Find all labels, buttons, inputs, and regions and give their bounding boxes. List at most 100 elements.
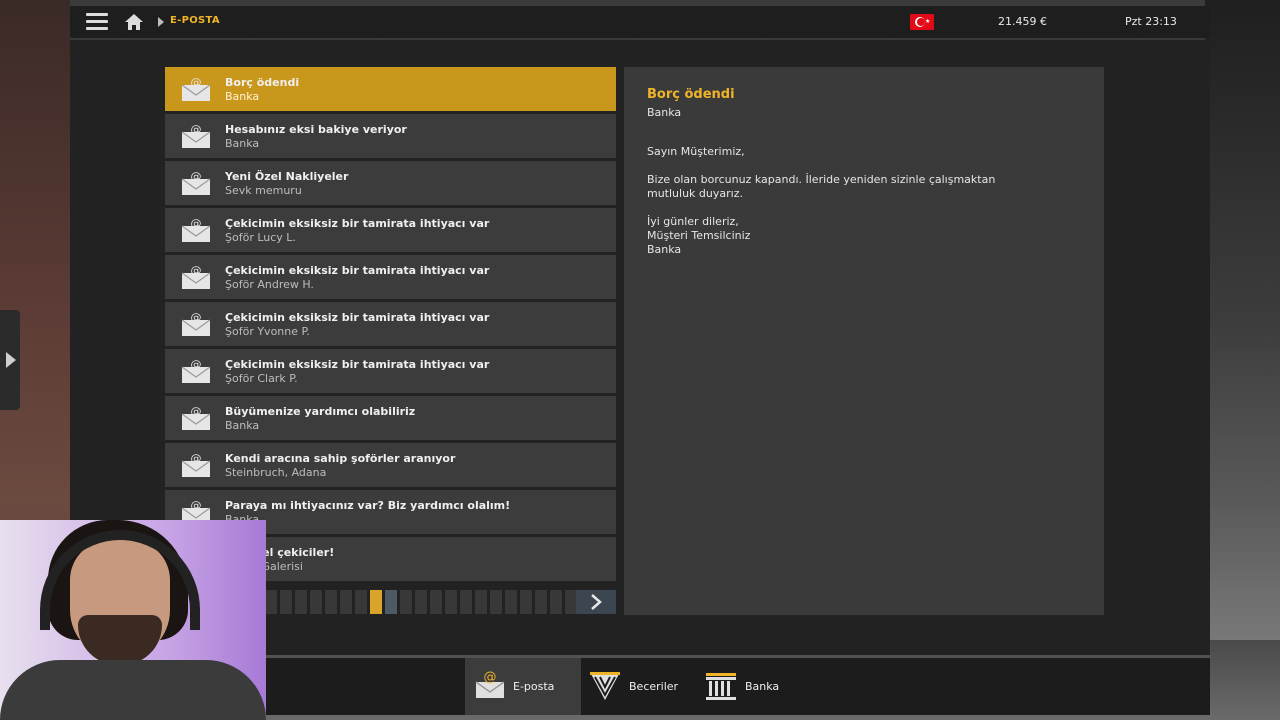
nav-skills-label: Beceriler xyxy=(629,680,679,693)
page-indicator[interactable] xyxy=(445,590,457,614)
mail-subject: Çekicimin eksiksiz bir tamirata ihtiyacı… xyxy=(225,264,490,277)
top-bar: E-POSTA ★ 21.459 € Pzt 23:13 xyxy=(70,6,1210,38)
reader-closing-2: Müşteri Temsilciniz xyxy=(647,229,751,242)
page-indicator[interactable] xyxy=(415,590,427,614)
svg-text:@: @ xyxy=(191,359,202,371)
reader-subject: Borç ödendi xyxy=(647,87,735,102)
page-indicator[interactable] xyxy=(475,590,487,614)
page-indicator[interactable] xyxy=(325,590,337,614)
svg-text:@: @ xyxy=(191,312,202,324)
envelope-icon: @ xyxy=(182,218,210,242)
mail-subject: Kendi aracına sahip şoförler aranıyor xyxy=(225,452,456,465)
reader-greeting: Sayın Müşterimiz, xyxy=(647,145,745,158)
mail-item[interactable]: @ Kendi aracına sahip şoförler aranıyor St… xyxy=(165,443,616,487)
mail-reader: Borç ödendi Banka Sayın Müşterimiz, Bize… xyxy=(624,67,1104,615)
mail-subject: Yeni Özel Nakliyeler xyxy=(225,170,349,183)
reader-message: Bize olan borcunuz kapandı. İleride yeni… xyxy=(647,173,996,200)
hamburger-menu-icon[interactable] xyxy=(86,13,108,31)
next-page-button[interactable] xyxy=(576,590,616,614)
nav-bank-label: Banka xyxy=(745,680,780,693)
nav-email-button[interactable]: @ E-posta xyxy=(465,658,581,715)
page-indicator[interactable] xyxy=(280,590,292,614)
bank-icon xyxy=(706,673,736,700)
mail-subject: Borç ödendi xyxy=(225,76,300,89)
page-indicator[interactable] xyxy=(535,590,547,614)
reader-closing-3: Banka xyxy=(647,243,682,256)
chevron-right-icon xyxy=(591,594,602,610)
envelope-icon: @ xyxy=(182,77,210,101)
mail-sender: Steinbruch, Adana xyxy=(225,466,327,479)
page-indicator[interactable] xyxy=(385,590,397,614)
mail-sender: Banka xyxy=(225,90,260,103)
envelope-icon: @ xyxy=(182,359,210,383)
envelope-icon: @ xyxy=(182,124,210,148)
envelope-icon: @ xyxy=(182,312,210,336)
mail-item[interactable]: @ Çekicimin eksiksiz bir tamirata ihtiyac… xyxy=(165,255,616,299)
mail-item[interactable]: @ Çekicimin eksiksiz bir tamirata ihtiyac… xyxy=(165,302,616,346)
svg-text:@: @ xyxy=(191,406,202,418)
home-icon[interactable] xyxy=(124,13,144,31)
mail-subject: Büyümenize yardımcı olabiliriz xyxy=(225,405,416,418)
mail-sender: Şoför Clark P. xyxy=(225,372,298,385)
webcam-overlay xyxy=(0,520,266,720)
nav-bank-button[interactable]: Banka xyxy=(697,658,813,715)
breadcrumb[interactable]: E-POSTA xyxy=(170,15,220,26)
reader-sender: Banka xyxy=(647,106,682,119)
page-indicator[interactable] xyxy=(265,590,277,614)
reader-closing-1: İyi günler dileriz, xyxy=(647,215,739,228)
game-clock: Pzt 23:13 xyxy=(1125,15,1177,28)
game-background-right xyxy=(1205,0,1280,720)
page-indicator[interactable] xyxy=(310,590,322,614)
mail-sender: Şoför Lucy L. xyxy=(225,231,296,244)
mail-sender: Şoför Andrew H. xyxy=(225,278,314,291)
page-indicator[interactable] xyxy=(505,590,517,614)
svg-text:@: @ xyxy=(191,124,202,136)
email-icon: @ xyxy=(475,670,505,698)
mail-subject: Çekicimin eksiksiz bir tamirata ihtiyacı… xyxy=(225,217,490,230)
mail-item[interactable]: @ Çekicimin eksiksiz bir tamirata ihtiyac… xyxy=(165,208,616,252)
chevron-right-icon xyxy=(6,352,16,368)
mail-subject: Çekicimin eksiksiz bir tamirata ihtiyacı… xyxy=(225,358,490,371)
page-indicator[interactable] xyxy=(520,590,532,614)
envelope-icon: @ xyxy=(182,406,210,430)
side-panel-toggle[interactable] xyxy=(0,310,20,410)
page-indicator[interactable] xyxy=(460,590,472,614)
svg-text:@: @ xyxy=(484,670,497,685)
breadcrumb-arrow-icon xyxy=(158,17,164,27)
mail-item[interactable]: @ Borç ödendi Banka xyxy=(165,67,616,111)
mail-list: @ Borç ödendi Banka @ Hesabınız eksi bakiye … xyxy=(165,67,616,585)
mail-sender: Sevk memuru xyxy=(225,184,302,197)
svg-text:@: @ xyxy=(191,265,202,277)
nav-skills-button[interactable]: Beceriler xyxy=(581,658,697,715)
page-indicator[interactable] xyxy=(430,590,442,614)
mail-subject: Hesabınız eksi bakiye veriyor xyxy=(225,123,407,136)
money-balance: 21.459 € xyxy=(998,15,1047,28)
page-indicator[interactable] xyxy=(370,590,382,614)
mail-sender: Şoför Yvonne P. xyxy=(225,325,310,338)
page-indicators xyxy=(265,590,577,614)
mail-sender: Banka xyxy=(225,137,260,150)
page-indicator[interactable] xyxy=(490,590,502,614)
mail-item[interactable]: @ Büyümenize yardımcı olabiliriz Banka xyxy=(165,396,616,440)
skills-icon xyxy=(590,672,620,700)
svg-text:@: @ xyxy=(191,453,202,465)
envelope-icon: @ xyxy=(182,265,210,289)
mail-item[interactable]: @ Yeni Özel Nakliyeler Sevk memuru xyxy=(165,161,616,205)
page-indicator[interactable] xyxy=(400,590,412,614)
mail-item[interactable]: @ Çekicimin eksiksiz bir tamirata ihtiyac… xyxy=(165,349,616,393)
envelope-icon: @ xyxy=(182,171,210,195)
svg-text:@: @ xyxy=(191,171,202,183)
envelope-icon: @ xyxy=(182,453,210,477)
mail-subject: Çekicimin eksiksiz bir tamirata ihtiyacı… xyxy=(225,311,490,324)
svg-text:@: @ xyxy=(191,218,202,230)
turkey-flag-icon: ★ xyxy=(910,14,934,30)
page-indicator[interactable] xyxy=(340,590,352,614)
bottom-nav: @ E-posta Beceriler Banka xyxy=(265,658,1210,715)
nav-email-label: E-posta xyxy=(513,680,555,693)
page-indicator[interactable] xyxy=(295,590,307,614)
page-indicator[interactable] xyxy=(355,590,367,614)
page-indicator[interactable] xyxy=(550,590,562,614)
mail-item[interactable]: @ Hesabınız eksi bakiye veriyor Banka xyxy=(165,114,616,158)
svg-text:@: @ xyxy=(191,500,202,512)
mail-subject: Paraya mı ihtiyacınız var? Biz yardımcı … xyxy=(225,499,511,512)
